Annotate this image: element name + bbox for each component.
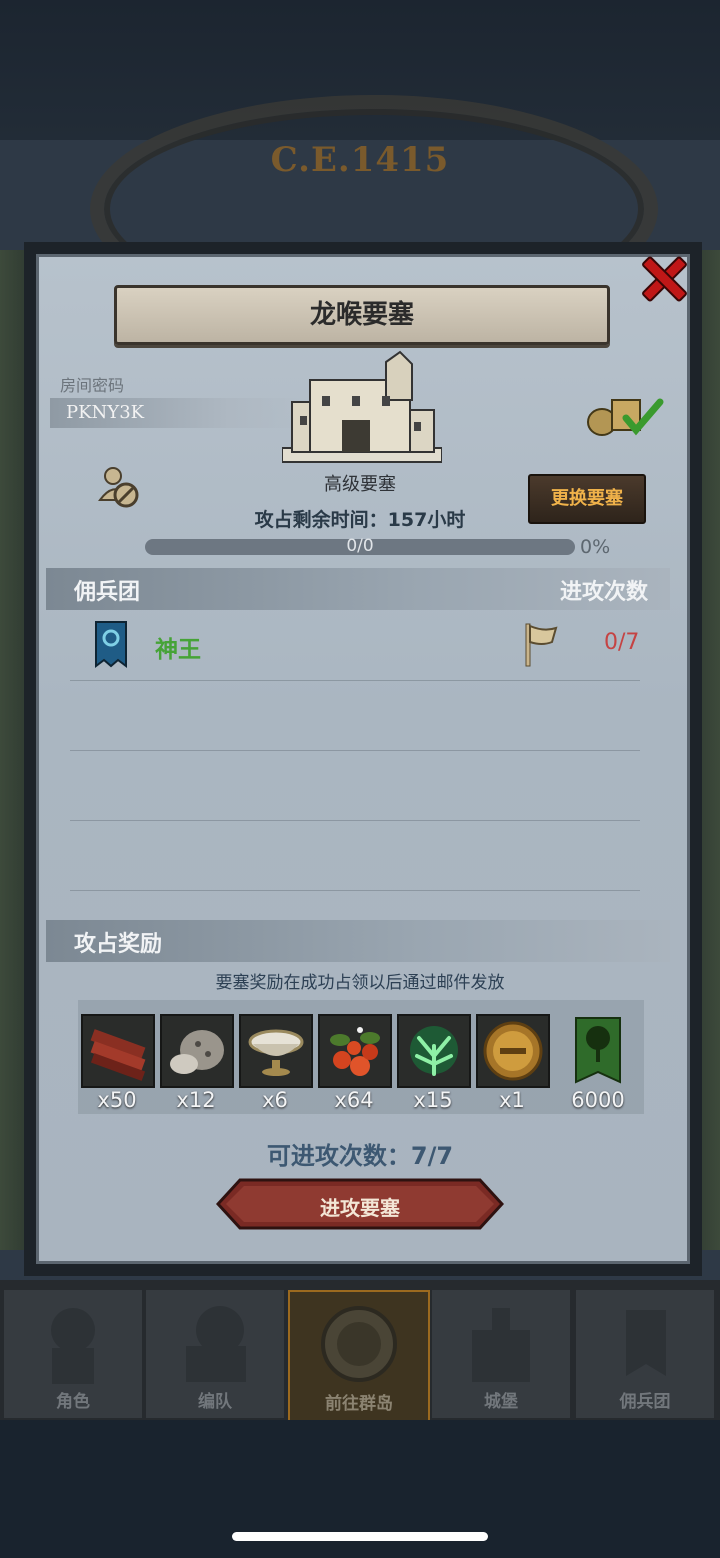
reward-count: x1 bbox=[499, 1088, 525, 1112]
reward-count: x50 bbox=[97, 1088, 137, 1112]
nav-label: 前往群岛 bbox=[325, 1394, 393, 1414]
left-map-edge bbox=[0, 250, 34, 1250]
wood-planks-icon bbox=[90, 1029, 146, 1081]
reward-header: 攻占奖励 bbox=[46, 920, 670, 962]
compass-icon bbox=[321, 1306, 397, 1382]
timer-value: 157小时 bbox=[387, 509, 466, 531]
reward-count: x64 bbox=[334, 1088, 374, 1112]
remaining-attacks: 可进攻次数：7/7 bbox=[266, 1142, 454, 1170]
year-label: C.E.1415 bbox=[270, 140, 450, 180]
room-code-label: 房间密码 bbox=[60, 376, 125, 395]
fortress-castle-icon bbox=[282, 350, 442, 463]
silver-bowl-icon bbox=[248, 1029, 304, 1076]
nav-label: 编队 bbox=[198, 1392, 232, 1412]
reward-item-helmet[interactable] bbox=[476, 1014, 550, 1088]
row-divider bbox=[70, 680, 640, 681]
berries-icon bbox=[330, 1027, 380, 1076]
dialog-title: 龙喉要塞 bbox=[114, 285, 610, 345]
row-divider bbox=[70, 890, 640, 891]
golden-helmet-icon bbox=[483, 1021, 543, 1081]
attack-button-label: 进攻要塞 bbox=[320, 1196, 400, 1220]
reward-item-bowl[interactable] bbox=[239, 1014, 313, 1088]
mercenary-icon bbox=[626, 1310, 666, 1376]
reward-count: 6000 bbox=[571, 1088, 625, 1112]
room-code-value[interactable]: PKNY3K bbox=[50, 398, 306, 428]
character-icon bbox=[51, 1308, 95, 1384]
nav-label: 角色 bbox=[56, 1392, 90, 1412]
mercenary-header: 佣兵团 进攻次数 bbox=[46, 568, 670, 610]
home-indicator[interactable] bbox=[232, 1532, 488, 1541]
mercenary-attack-count: 0/7 bbox=[604, 630, 640, 655]
reward-item-banner[interactable] bbox=[574, 1016, 622, 1084]
attack-fortress-button[interactable]: 进攻要塞 bbox=[216, 1178, 504, 1230]
close-button[interactable] bbox=[636, 250, 688, 302]
nav-item-formation[interactable]: 编队 bbox=[146, 1290, 284, 1418]
formation-icon bbox=[186, 1306, 246, 1382]
row-divider bbox=[70, 750, 640, 751]
nav-label: 城堡 bbox=[484, 1392, 518, 1412]
reward-count: x12 bbox=[176, 1088, 216, 1112]
change-fortress-button[interactable]: 更换要塞 bbox=[528, 474, 646, 524]
timer-label: 攻占剩余时间： bbox=[254, 509, 388, 531]
nav-item-islands[interactable]: 前往群岛 bbox=[288, 1290, 430, 1422]
stone-ore-icon bbox=[170, 1030, 224, 1074]
nav-label: 佣兵团 bbox=[619, 1392, 671, 1412]
reward-item-stone[interactable] bbox=[160, 1014, 234, 1088]
reward-count: x15 bbox=[413, 1088, 453, 1112]
green-tree-banner-icon bbox=[575, 1017, 621, 1084]
castle-icon bbox=[472, 1308, 530, 1382]
row-divider bbox=[70, 820, 640, 821]
nav-item-character[interactable]: 角色 bbox=[4, 1290, 142, 1418]
reward-item-crystal[interactable] bbox=[397, 1014, 471, 1088]
nav-item-castle[interactable]: 城堡 bbox=[432, 1290, 570, 1418]
reward-note: 要塞奖励在成功占领以后通过邮件发放 bbox=[215, 973, 505, 993]
green-crystal-icon bbox=[410, 1026, 458, 1076]
nav-item-mercenary[interactable]: 佣兵团 bbox=[576, 1290, 714, 1418]
progress-percent: 0% bbox=[580, 536, 611, 558]
progress-text: 0/0 bbox=[346, 536, 374, 556]
flag-icon bbox=[525, 623, 558, 667]
mercenary-banner-icon bbox=[95, 621, 127, 668]
reward-bags-check-icon[interactable] bbox=[584, 392, 664, 438]
mercenary-header-label: 佣兵团 bbox=[74, 580, 141, 605]
reward-item-wood[interactable] bbox=[81, 1014, 155, 1088]
mercenary-name[interactable]: 神王 bbox=[155, 630, 201, 664]
attack-count-header-label: 进攻次数 bbox=[559, 580, 648, 605]
reward-item-berries[interactable] bbox=[318, 1014, 392, 1088]
reward-count: x6 bbox=[262, 1088, 288, 1112]
reward-header-label: 攻占奖励 bbox=[74, 932, 163, 957]
